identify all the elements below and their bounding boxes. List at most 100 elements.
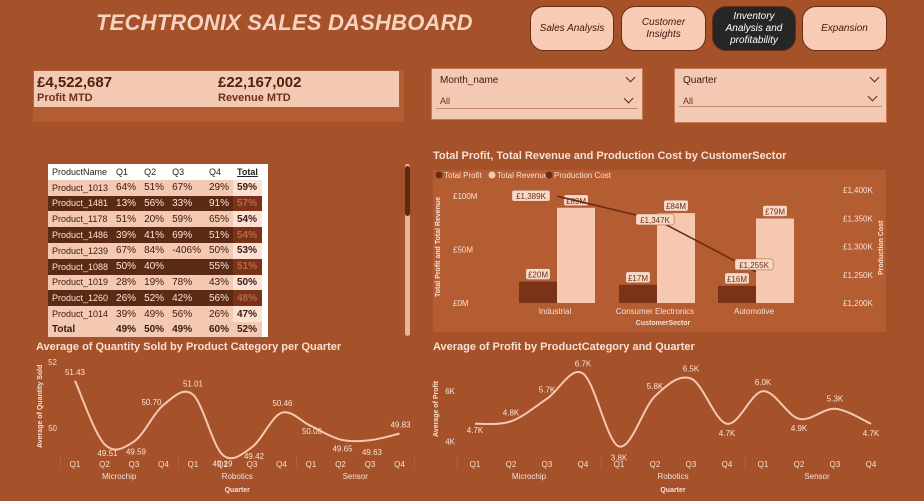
profit-bar[interactable] [718, 285, 756, 303]
matrix-cell: -406% [172, 245, 201, 257]
nav-sales-analysis-button[interactable]: Sales Analysis [530, 6, 614, 51]
matrix-cell: 42% [172, 292, 193, 304]
x-tick-label: Q2 [794, 460, 805, 469]
matrix-cell: 20% [144, 213, 165, 225]
quarter-slicer-value[interactable]: All [683, 96, 693, 106]
chevron-down-icon[interactable] [869, 72, 880, 83]
matrix-cell: 26% [208, 308, 229, 320]
matrix-body: Product_1013 64% 51% 67% 29% 59% Product_1481 1… [48, 179, 262, 322]
y-left-tick: £50M [453, 246, 473, 255]
y-right-tick: £1,200K [843, 299, 873, 308]
matrix-total-cell: 50% [144, 324, 165, 336]
series-line[interactable] [474, 371, 872, 448]
point-label: 4.7K [719, 429, 736, 438]
y-left-tick: £0M [453, 299, 469, 308]
x-axis-title: Quarter [225, 487, 251, 494]
x-tick-label: Q4 [276, 460, 287, 469]
y-right-tick: £1,300K [843, 243, 873, 252]
point-label: 50.46 [272, 399, 293, 408]
category-label: Robotics [222, 472, 253, 481]
profit-data-label: £16M [727, 275, 747, 284]
matrix-cell: 57% [233, 195, 262, 212]
month-name-slicer-value[interactable]: All [440, 96, 450, 106]
legend-label: Total Revenue [497, 171, 549, 180]
point-label: 6.5K [683, 365, 700, 374]
matrix-cell: 26% [116, 292, 137, 304]
point-label: 5.7K [539, 386, 556, 395]
matrix-header-total[interactable]: Total [233, 164, 262, 180]
revenue-mtd-value: £22,167,002 [218, 74, 302, 91]
category-label: Microchip [512, 472, 547, 481]
matrix-cell: 43% [208, 276, 229, 288]
point-label: 49.51 [97, 449, 118, 458]
matrix-cell: 78% [172, 276, 193, 288]
x-tick-label: Automotive [734, 307, 775, 316]
matrix-row: Product_1013 64% 51% 67% 29% 59% [48, 179, 262, 196]
matrix-header-q4: Q4 [208, 166, 221, 177]
matrix-row: Product_1481 13% 56% 33% 91% 57% [48, 195, 262, 212]
matrix-cell: 51% [208, 229, 229, 241]
x-axis-label: CustomerSector [636, 320, 691, 327]
point-label: 5.8K [647, 382, 664, 391]
point-label: 51.01 [183, 380, 204, 389]
matrix-product-name: Product_1260 [52, 293, 109, 304]
matrix-cell: 69% [172, 229, 193, 241]
month-name-slicer[interactable]: Month_name All [431, 68, 643, 120]
x-tick-label: Industrial [539, 307, 572, 316]
x-tick-label: Q3 [365, 460, 376, 469]
profit-chart-title: Average of Profit by ProductCategory and… [433, 341, 695, 353]
revenue-bar[interactable] [657, 213, 695, 303]
legend-marker [545, 171, 553, 179]
y-right-axis-label: Production Cost [878, 220, 885, 275]
profit-bar[interactable] [519, 281, 557, 303]
category-label: Robotics [657, 472, 688, 481]
y-left-tick: £100M [453, 192, 478, 201]
nav-inventory-analysis-button[interactable]: Inventory Analysis and profitability [712, 6, 796, 51]
matrix-total-label: Total [52, 324, 76, 336]
point-label: 4.7K [863, 429, 880, 438]
point-label: 49.59 [126, 448, 147, 457]
chevron-down-icon[interactable] [625, 72, 636, 83]
matrix-scrollbar-thumb[interactable] [405, 166, 410, 216]
x-tick-label: Q1 [614, 460, 625, 469]
matrix-product-name: Product_1481 [52, 198, 109, 209]
matrix-row: Product_1019 28% 19% 78% 43% 50% [48, 274, 262, 291]
y-tick-label: 6K [445, 387, 455, 396]
matrix-cell: 64% [116, 182, 137, 194]
point-label: 51.43 [65, 368, 86, 377]
point-label: 49.65 [332, 445, 353, 454]
matrix-cell: 48% [233, 290, 262, 307]
matrix-cell: 40% [144, 261, 165, 273]
matrix-row: Product_1088 50% 40% 55% 51% [48, 258, 262, 275]
point-label: 4.9K [791, 424, 808, 433]
matrix-cell: 54% [233, 211, 262, 228]
profit-bar[interactable] [619, 284, 657, 303]
x-tick-label: Q2 [506, 460, 517, 469]
slicer-divider [436, 108, 638, 109]
revenue-bar[interactable] [557, 207, 595, 303]
matrix-cell: 56% [208, 292, 229, 304]
matrix-cell: 50% [208, 245, 229, 257]
matrix-cell: 91% [208, 197, 229, 209]
x-tick-label: Q4 [866, 460, 877, 469]
point-label: 6.7K [575, 360, 592, 369]
point-label: 6.0K [755, 378, 772, 387]
chevron-down-icon[interactable] [623, 93, 634, 104]
matrix-cell: 41% [144, 229, 165, 241]
profit-data-label: £17M [628, 274, 648, 283]
nav-customer-insights-button[interactable]: Customer Insights [621, 6, 706, 51]
matrix-header-productname: ProductName [52, 166, 108, 177]
month-name-slicer-title: Month_name [440, 75, 499, 86]
quarter-slicer[interactable]: Quarter All [674, 68, 887, 123]
legend-marker [435, 171, 443, 179]
matrix-cell: 56% [144, 197, 165, 209]
point-label: 4.8K [503, 408, 520, 417]
chevron-down-icon[interactable] [867, 91, 878, 102]
matrix-cell: 51% [233, 258, 262, 275]
matrix-header-q3: Q3 [172, 166, 185, 177]
nav-expansion-button[interactable]: Expansion [802, 6, 887, 51]
matrix-header-row: ProductName Q1 Q2 Q3 Q4 Total [48, 164, 262, 180]
matrix-product-name: Product_1019 [52, 277, 109, 288]
matrix-product-name: Product_1088 [52, 261, 109, 272]
page-title: TECHTRONIX SALES DASHBOARD [96, 10, 473, 35]
